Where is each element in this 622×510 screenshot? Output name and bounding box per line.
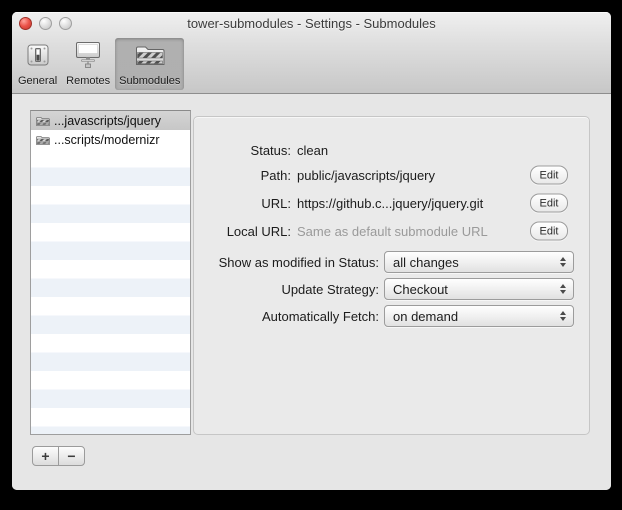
submodule-folder-icon: [35, 115, 50, 127]
toolbar-label-general: General: [18, 75, 57, 87]
toolbar-label-submodules: Submodules: [119, 75, 180, 87]
url-label: URL:: [194, 196, 291, 211]
close-button[interactable]: [19, 17, 32, 30]
popup-arrows-icon: [560, 311, 566, 321]
titlebar[interactable]: tower-submodules - Settings - Submodules: [12, 12, 611, 35]
path-value: public/javascripts/jquery: [297, 168, 435, 183]
auto-fetch-select[interactable]: on demand: [384, 305, 574, 327]
add-submodule-button[interactable]: +: [32, 446, 59, 466]
list-item-label: ...javascripts/jquery: [54, 114, 161, 128]
auto-fetch-selected-value: on demand: [393, 309, 458, 324]
list-add-remove-control: + −: [32, 446, 85, 466]
submodule-folder-icon: [35, 134, 50, 146]
edit-url-button[interactable]: Edit: [530, 194, 568, 213]
auto-fetch-label: Automatically Fetch:: [194, 309, 379, 324]
modified-status-select[interactable]: all changes: [384, 251, 574, 273]
toolbar-label-remotes: Remotes: [66, 75, 110, 87]
toolbar-item-general[interactable]: General: [14, 38, 61, 90]
submodule-folder-icon: [133, 42, 167, 73]
path-label: Path:: [194, 168, 291, 183]
content-area: ...javascripts/jquery ...scripts/moderni…: [12, 95, 611, 490]
local-url-row: Local URL: Same as default submodule URL…: [194, 220, 589, 242]
list-item-jquery[interactable]: ...javascripts/jquery: [31, 111, 190, 130]
popup-arrows-icon: [560, 284, 566, 294]
edit-local-url-button[interactable]: Edit: [530, 222, 568, 241]
toolbar: General Remotes: [14, 38, 184, 90]
edit-path-button[interactable]: Edit: [530, 166, 568, 185]
url-value: https://github.c...jquery/jquery.git: [297, 196, 483, 211]
settings-window: tower-submodules - Settings - Submodules…: [12, 12, 611, 490]
update-strategy-selected-value: Checkout: [393, 282, 448, 297]
network-display-icon: [73, 41, 103, 73]
window-title: tower-submodules - Settings - Submodules: [12, 12, 611, 35]
url-row: URL: https://github.c...jquery/jquery.gi…: [194, 192, 589, 214]
popup-arrows-icon: [560, 257, 566, 267]
status-value: clean: [297, 143, 328, 158]
update-strategy-label: Update Strategy:: [194, 282, 379, 297]
toolbar-item-submodules[interactable]: Submodules: [115, 38, 184, 90]
toolbar-item-remotes[interactable]: Remotes: [62, 38, 114, 90]
list-item-label: ...scripts/modernizr: [54, 133, 160, 147]
remove-submodule-button[interactable]: −: [58, 446, 85, 466]
status-row: Status: clean: [194, 139, 589, 161]
list-item-modernizr[interactable]: ...scripts/modernizr: [31, 130, 190, 149]
submodule-list: ...javascripts/jquery ...scripts/moderni…: [30, 110, 191, 435]
path-row: Path: public/javascripts/jquery Edit: [194, 164, 589, 186]
minimize-button: [39, 17, 52, 30]
zoom-button: [59, 17, 72, 30]
local-url-label: Local URL:: [194, 224, 291, 239]
auto-fetch-row: Automatically Fetch: on demand: [194, 305, 589, 327]
update-strategy-select[interactable]: Checkout: [384, 278, 574, 300]
modified-status-label: Show as modified in Status:: [194, 255, 379, 270]
list-empty-rows: [31, 149, 190, 434]
submodule-detail-panel: Status: clean Path: public/javascripts/j…: [193, 116, 590, 435]
update-strategy-row: Update Strategy: Checkout: [194, 278, 589, 300]
local-url-value: Same as default submodule URL: [297, 224, 488, 239]
modified-status-selected-value: all changes: [393, 255, 459, 270]
switch-plate-icon: [25, 42, 51, 73]
modified-status-row: Show as modified in Status: all changes: [194, 251, 589, 273]
window-header: tower-submodules - Settings - Submodules…: [12, 12, 611, 94]
traffic-lights: [19, 17, 72, 30]
status-label: Status:: [194, 143, 291, 158]
